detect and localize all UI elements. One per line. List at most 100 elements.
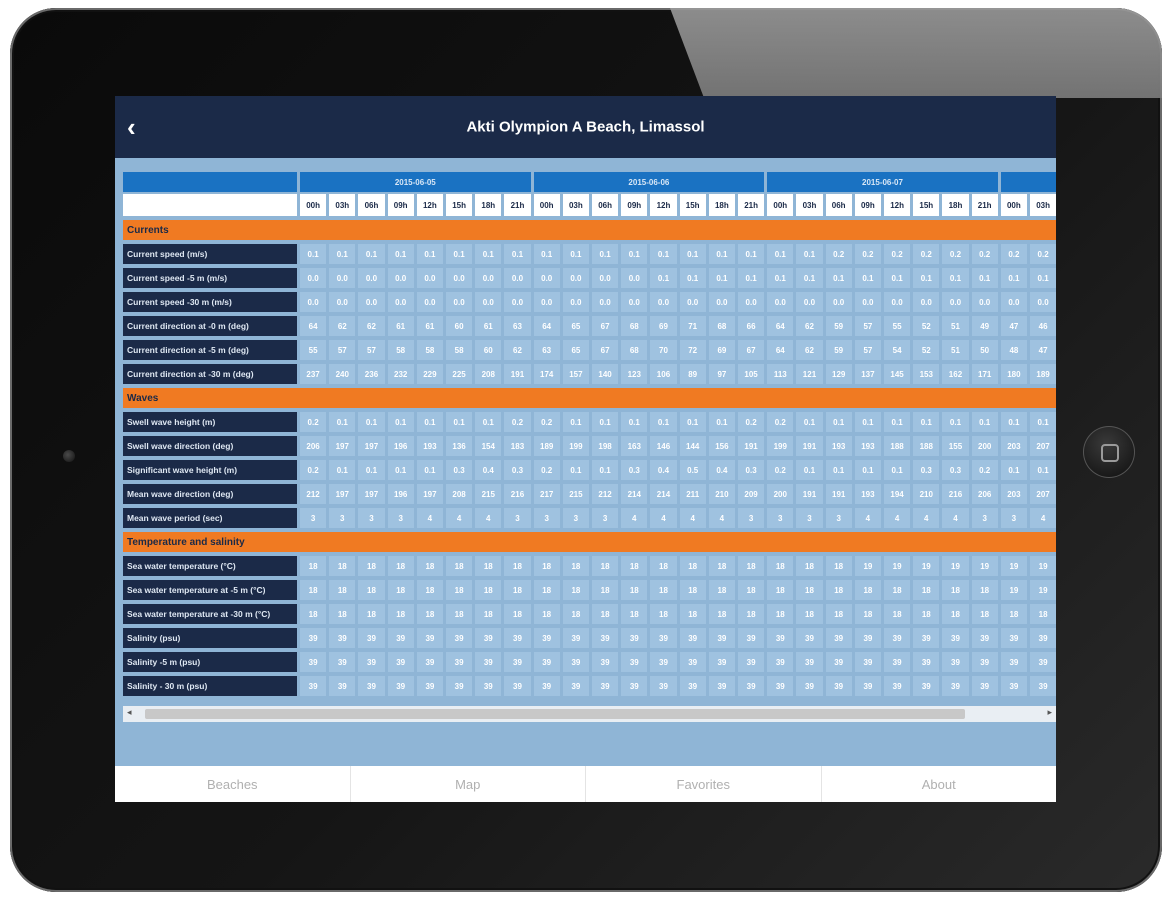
value-cell: 197 — [358, 484, 385, 504]
value-cell: 0.1 — [1030, 460, 1056, 480]
value-cell: 58 — [416, 340, 443, 360]
value-cell: 4 — [884, 508, 911, 528]
value-cell: 0.0 — [446, 292, 473, 312]
value-cell: 0.0 — [708, 292, 735, 312]
value-cell: 39 — [475, 652, 502, 672]
value-cell: 18 — [650, 604, 677, 624]
home-square-icon — [1101, 444, 1119, 462]
value-cell: 200 — [971, 436, 998, 456]
value-cell: 18 — [854, 604, 881, 624]
tab-about[interactable]: About — [822, 766, 1057, 802]
value-cell: 19 — [1030, 556, 1056, 576]
tab-beaches[interactable]: Beaches — [115, 766, 351, 802]
value-cell: 67 — [592, 340, 619, 360]
table-corner-hour — [123, 194, 297, 216]
scroll-left-arrow-icon[interactable]: ◂ — [127, 707, 132, 718]
value-cell: 207 — [1030, 436, 1056, 456]
value-cell: 0.2 — [971, 244, 998, 264]
value-cell: 3 — [533, 508, 560, 528]
value-cell: 229 — [416, 364, 443, 384]
value-cell: 191 — [738, 436, 765, 456]
value-cell: 39 — [679, 628, 706, 648]
value-cell: 191 — [796, 436, 823, 456]
value-cell: 0.1 — [329, 244, 356, 264]
tab-favorites[interactable]: Favorites — [586, 766, 822, 802]
value-cell: 0.0 — [650, 292, 677, 312]
value-cell: 61 — [416, 316, 443, 336]
value-cell: 18 — [650, 580, 677, 600]
value-cell: 214 — [650, 484, 677, 504]
value-cell: 39 — [300, 628, 327, 648]
value-cell: 4 — [621, 508, 648, 528]
scrollbar-thumb[interactable] — [145, 709, 965, 719]
value-cell: 0.0 — [1000, 292, 1027, 312]
hour-header: 18h — [475, 194, 502, 216]
value-cell: 61 — [475, 316, 502, 336]
value-cell: 18 — [475, 556, 502, 576]
value-cell: 39 — [796, 652, 823, 672]
value-cell: 39 — [854, 628, 881, 648]
value-cell: 39 — [679, 652, 706, 672]
value-cell: 4 — [708, 508, 735, 528]
hour-header: 15h — [913, 194, 940, 216]
value-cell: 193 — [854, 484, 881, 504]
value-cell: 18 — [738, 556, 765, 576]
value-cell: 0.1 — [971, 268, 998, 288]
value-cell: 52 — [913, 316, 940, 336]
value-cell: 0.0 — [358, 268, 385, 288]
row-label: Mean wave period (sec) — [123, 508, 297, 528]
value-cell: 47 — [1030, 340, 1056, 360]
value-cell: 18 — [738, 604, 765, 624]
value-cell: 18 — [300, 556, 327, 576]
value-cell: 0.1 — [329, 460, 356, 480]
value-cell: 240 — [329, 364, 356, 384]
value-cell: 0.2 — [300, 460, 327, 480]
value-cell: 19 — [971, 556, 998, 576]
hour-header: 21h — [971, 194, 998, 216]
value-cell: 18 — [621, 604, 648, 624]
value-cell: 0.0 — [416, 292, 443, 312]
value-cell: 19 — [913, 556, 940, 576]
value-cell: 57 — [329, 340, 356, 360]
value-cell: 162 — [942, 364, 969, 384]
value-cell: 0.0 — [446, 268, 473, 288]
value-cell: 0.1 — [1030, 268, 1056, 288]
value-cell: 46 — [1030, 316, 1056, 336]
value-cell: 18 — [592, 604, 619, 624]
value-cell: 18 — [708, 580, 735, 600]
value-cell: 39 — [562, 628, 589, 648]
value-cell: 209 — [738, 484, 765, 504]
value-cell: 0.1 — [621, 412, 648, 432]
value-cell: 196 — [387, 484, 414, 504]
hour-header: 06h — [592, 194, 619, 216]
forecast-table-scroller[interactable]: 2015-06-05 00h 03h 06h 09h 12h 15h 18h 21h 2015-0… — [123, 172, 1056, 722]
value-cell: 39 — [650, 652, 677, 672]
value-cell: 64 — [767, 316, 794, 336]
hour-header: 18h — [708, 194, 735, 216]
value-cell: 69 — [650, 316, 677, 336]
scroll-right-arrow-icon[interactable]: ▸ — [1047, 707, 1052, 718]
tab-map[interactable]: Map — [351, 766, 586, 802]
home-button[interactable] — [1083, 426, 1135, 478]
horizontal-scrollbar[interactable]: ◂ ▸ — [123, 706, 1056, 722]
value-cell: 39 — [446, 652, 473, 672]
value-cell: 3 — [1000, 508, 1027, 528]
value-cell: 63 — [533, 340, 560, 360]
value-cell: 18 — [738, 580, 765, 600]
value-cell: 0.1 — [1030, 412, 1056, 432]
value-cell: 4 — [416, 508, 443, 528]
value-cell: 18 — [446, 556, 473, 576]
value-cell: 18 — [300, 580, 327, 600]
row-label: Swell wave direction (deg) — [123, 436, 297, 456]
value-cell: 0.1 — [767, 244, 794, 264]
value-cell: 3 — [592, 508, 619, 528]
value-cell: 39 — [504, 652, 531, 672]
value-cell: 0.1 — [679, 244, 706, 264]
hour-header: 21h — [738, 194, 765, 216]
app-screen: ‹ Akti Olympion A Beach, Limassol 2015-0… — [115, 96, 1056, 802]
value-cell: 0.1 — [942, 268, 969, 288]
value-cell: 217 — [533, 484, 560, 504]
value-cell: 0.1 — [738, 244, 765, 264]
value-cell: 18 — [387, 604, 414, 624]
value-cell: 18 — [884, 604, 911, 624]
